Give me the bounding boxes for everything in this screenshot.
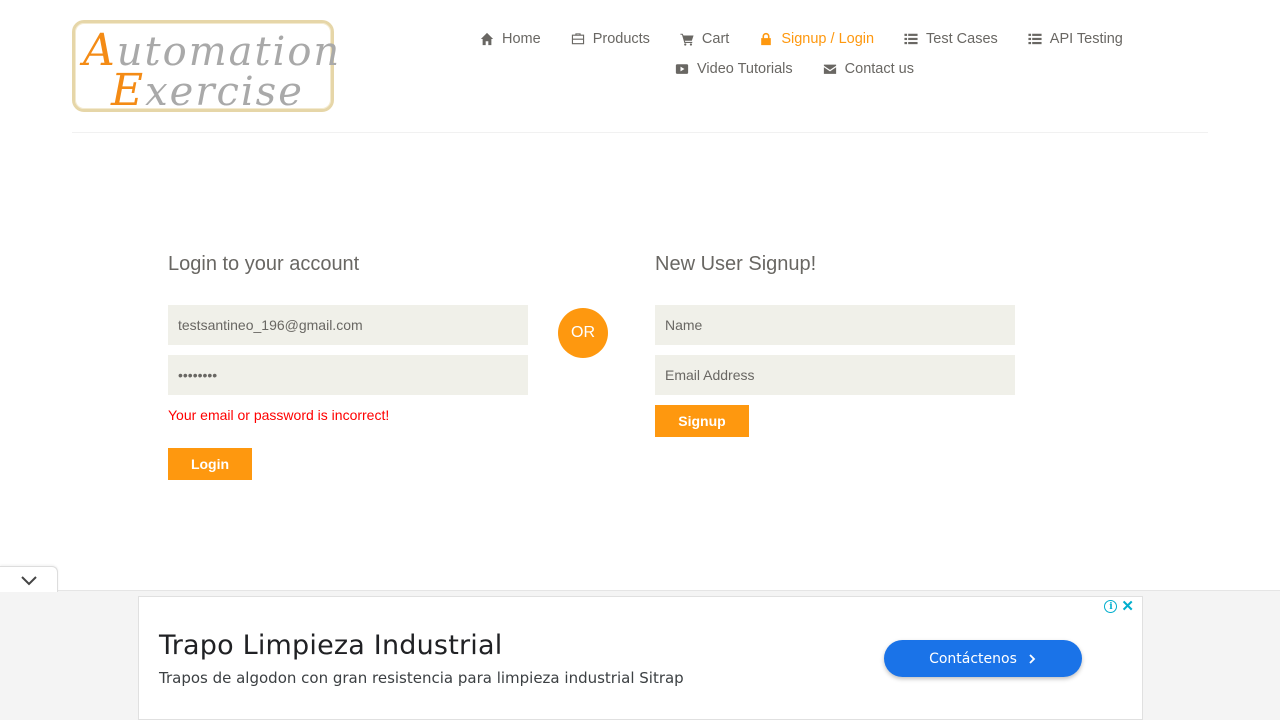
ad-choices: i ✕	[1104, 599, 1134, 614]
chevron-down-icon	[20, 575, 37, 585]
nav-cart[interactable]: Cart	[680, 31, 729, 47]
header-divider	[72, 132, 1208, 133]
chevron-right-icon	[1029, 653, 1036, 664]
signup-email-input[interactable]	[655, 355, 1015, 395]
logo-line-2: Exercise	[111, 65, 304, 116]
main-nav-row-1: Home Products Cart Signup / Login Test C…	[480, 31, 1123, 47]
nav-contact-us[interactable]: Contact us	[823, 61, 914, 77]
logo-cap-e: E	[111, 65, 146, 116]
ad-info-icon[interactable]: i	[1104, 600, 1118, 613]
nav-contact-us-label: Contact us	[844, 61, 914, 77]
main-nav-row-2: Video Tutorials Contact us	[675, 61, 914, 77]
login-error-message: Your email or password is incorrect!	[168, 407, 390, 423]
nav-test-cases-label: Test Cases	[926, 31, 998, 47]
nav-signup-login-label: Signup / Login	[781, 31, 875, 47]
logo-text-exercise: xercise	[145, 69, 304, 115]
nav-home-label: Home	[502, 31, 541, 47]
nav-products-label: Products	[592, 31, 650, 47]
ad-banner[interactable]: Trapo Limpieza Industrial Trapos de algo…	[138, 596, 1143, 720]
login-button[interactable]: Login	[168, 448, 252, 480]
nav-home[interactable]: Home	[480, 31, 541, 47]
list-icon	[1028, 33, 1042, 45]
or-badge: OR	[558, 308, 608, 358]
ad-contact-button[interactable]: Contáctenos	[884, 640, 1082, 677]
envelope-icon	[823, 64, 836, 74]
signup-button[interactable]: Signup	[655, 405, 749, 437]
login-password-input[interactable]	[168, 355, 528, 395]
list-icon	[904, 33, 918, 45]
nav-signup-login[interactable]: Signup / Login	[759, 31, 874, 47]
login-title: Login to your account	[168, 253, 360, 275]
ad-close-icon[interactable]: ✕	[1121, 599, 1134, 614]
nav-api-testing-label: API Testing	[1049, 31, 1123, 47]
signup-title: New User Signup!	[655, 253, 817, 275]
youtube-icon	[675, 64, 689, 74]
nav-video-tutorials[interactable]: Video Tutorials	[675, 61, 793, 77]
page: Automation Exercise Home Products Cart S…	[0, 0, 1280, 720]
signup-name-input[interactable]	[655, 305, 1015, 345]
nav-products[interactable]: Products	[571, 31, 650, 47]
site-logo[interactable]: Automation Exercise	[72, 20, 339, 116]
login-email-input[interactable]	[168, 305, 528, 345]
home-icon	[480, 32, 494, 46]
briefcase-icon	[571, 33, 584, 45]
ad-title[interactable]: Trapo Limpieza Industrial	[159, 630, 502, 661]
nav-cart-label: Cart	[701, 31, 730, 47]
ad-contact-label: Contáctenos	[929, 650, 1017, 667]
ad-description: Trapos de algodon con gran resistencia p…	[159, 669, 684, 687]
ad-collapse-toggle[interactable]	[0, 566, 58, 592]
cart-icon	[680, 33, 694, 46]
nav-video-tutorials-label: Video Tutorials	[697, 61, 793, 77]
nav-test-cases[interactable]: Test Cases	[904, 31, 998, 47]
nav-api-testing[interactable]: API Testing	[1028, 31, 1123, 47]
lock-icon	[761, 32, 772, 46]
